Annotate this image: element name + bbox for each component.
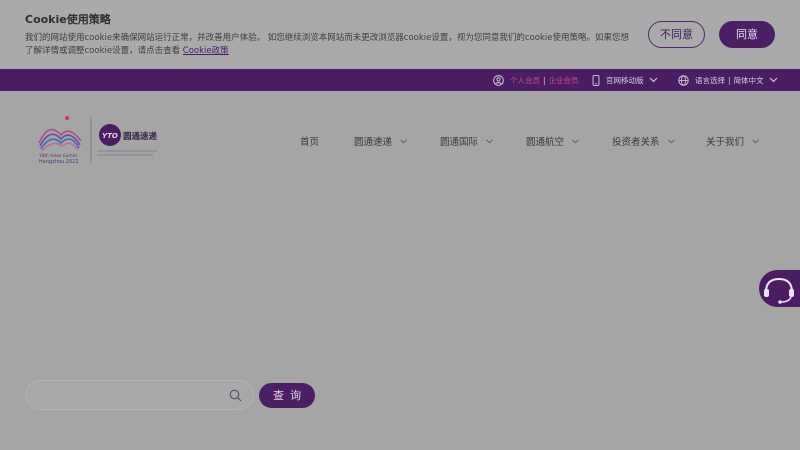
chevron-down-icon — [400, 138, 407, 143]
nav-label: 首页 — [300, 137, 320, 148]
cookie-body-text: 我们的网站使用cookie来确保网站运行正常，并改善用户体验。 如您继续浏览本网… — [25, 33, 629, 56]
language-separator: | — [728, 75, 731, 85]
main-nav: 首页 圆通速递 圆通国际 圆通航空 投资者关系 关于我们 — [300, 134, 776, 148]
brand-mark: YTO — [102, 132, 118, 140]
nav-item-yto-express[interactable]: 圆通速递 — [354, 134, 440, 148]
mobile-site-label: 官网移动版 — [606, 75, 644, 85]
member-separator: | — [543, 75, 546, 85]
headset-icon — [764, 277, 794, 304]
mobile-phone-icon — [592, 74, 600, 86]
cookie-title: Cookie使用策略 — [25, 13, 111, 26]
brand-name: 圆通速递 — [123, 131, 158, 142]
nav-label: 关于我们 — [706, 137, 745, 148]
nav-label: 圆通速递 — [354, 137, 393, 148]
chevron-down-icon — [486, 138, 493, 143]
site-logo[interactable]: 19th Asian Games Hangzhou 2022 YTO 圆通速递 — [35, 115, 160, 167]
tracking-search-box — [25, 380, 254, 410]
top-bar: 个人会员 | 企业会员 官网移动版 语言选择 | 简体中文 — [0, 69, 800, 91]
chevron-down-icon — [769, 77, 777, 83]
nav-label: 圆通航空 — [526, 137, 565, 148]
nav-item-yto-international[interactable]: 圆通国际 — [440, 134, 526, 148]
language-selector[interactable]: 语言选择 | 简体中文 — [678, 69, 784, 91]
user-icon — [493, 74, 504, 86]
games-line1: 19th Asian Games — [39, 153, 77, 158]
games-line2: Hangzhou 2022 — [39, 159, 79, 165]
nav-item-home[interactable]: 首页 — [300, 134, 354, 148]
cookie-banner: Cookie使用策略 我们的网站使用cookie来确保网站运行正常，并改善用户体… — [0, 0, 800, 68]
search-icon[interactable] — [229, 389, 242, 402]
mobile-site-link[interactable]: 官网移动版 — [592, 69, 664, 91]
chevron-down-icon — [649, 77, 657, 83]
cookie-policy-link[interactable]: Cookie政策 — [183, 46, 229, 56]
nav-label: 圆通国际 — [440, 137, 479, 148]
chevron-down-icon — [667, 138, 675, 143]
customer-support-button[interactable] — [759, 270, 800, 307]
language-value: 简体中文 — [733, 75, 764, 85]
personal-member-link[interactable]: 个人会员 — [510, 75, 540, 86]
language-prefix: 语言选择 — [695, 75, 725, 85]
agree-button[interactable]: 同意 — [719, 21, 775, 48]
nav-item-investor-relations[interactable]: 投资者关系 — [612, 134, 706, 148]
chevron-down-icon — [572, 138, 579, 143]
globe-icon — [678, 74, 689, 86]
asian-games-logo: 19th Asian Games Hangzhou 2022 YTO 圆通速递 — [38, 116, 158, 165]
nav-item-about-us[interactable]: 关于我们 — [706, 134, 776, 148]
nav-label: 投资者关系 — [612, 137, 660, 148]
nav-item-yto-airlines[interactable]: 圆通航空 — [526, 134, 612, 148]
tracking-search-input[interactable] — [40, 387, 224, 405]
enterprise-member-link[interactable]: 企业会员 — [549, 75, 579, 86]
cookie-text: 我们的网站使用cookie来确保网站运行正常，并改善用户体验。 如您继续浏览本网… — [25, 32, 635, 58]
member-links: 个人会员 | 企业会员 — [493, 69, 579, 91]
disagree-button[interactable]: 不同意 — [648, 21, 705, 48]
query-button[interactable]: 查询 — [259, 383, 315, 408]
chevron-down-icon — [752, 138, 759, 143]
